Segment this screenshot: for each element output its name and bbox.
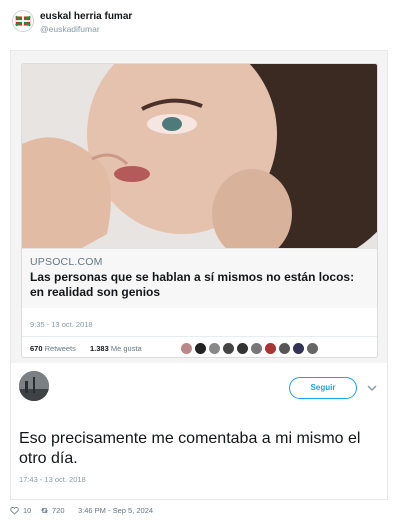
- follow-button[interactable]: Seguir: [289, 377, 357, 399]
- avatar[interactable]: [236, 342, 249, 355]
- ikurrina-flag-icon: [13, 11, 33, 31]
- avatar[interactable]: [222, 342, 235, 355]
- avatar[interactable]: [19, 371, 49, 401]
- retweet-count: 720: [52, 506, 65, 515]
- heart-icon[interactable]: [10, 506, 19, 515]
- likes-stat[interactable]: 1.383 Me gusta: [90, 344, 142, 353]
- likes-count: 1.383: [90, 344, 109, 353]
- likes-label: Me gusta: [110, 344, 142, 353]
- avatar[interactable]: [208, 342, 221, 355]
- embedded-screenshot: UPSOCL.COM Las personas que se hablan a …: [10, 50, 388, 500]
- like-count: 10: [23, 506, 32, 515]
- avatar[interactable]: [180, 342, 193, 355]
- retweet-icon[interactable]: [40, 506, 49, 515]
- tweet-footer: 10 720 3:46 PM - Sep 5, 2024: [10, 504, 390, 518]
- avatar[interactable]: [278, 342, 291, 355]
- retweets-count: 670: [30, 344, 43, 353]
- avatar[interactable]: [250, 342, 263, 355]
- link-domain: UPSOCL.COM: [30, 256, 103, 268]
- tweet-header: euskal herria fumar @euskadifumar: [10, 8, 390, 40]
- original-timestamp[interactable]: 9:35 - 13 oct. 2018: [30, 320, 93, 329]
- retweets-stat[interactable]: 670 Retweets: [30, 344, 76, 353]
- retweets-label: Retweets: [44, 344, 76, 353]
- reply-tweet: Seguir Eso precisamente me comentaba a m…: [11, 363, 387, 499]
- divider: [22, 336, 377, 337]
- link-card[interactable]: UPSOCL.COM Las personas que se hablan a …: [21, 63, 378, 358]
- display-name[interactable]: euskal herria fumar: [40, 11, 132, 22]
- tweet-stats: 670 Retweets 1.383 Me gusta: [30, 342, 375, 356]
- avatar[interactable]: [292, 342, 305, 355]
- reply-text: Eso precisamente me comentaba a mi mismo…: [19, 430, 361, 467]
- link-title[interactable]: Las personas que se hablan a sí mismos n…: [30, 270, 370, 300]
- avatar[interactable]: [306, 342, 319, 355]
- link-meta[interactable]: UPSOCL.COM Las personas que se hablan a …: [22, 248, 377, 308]
- reply-timestamp[interactable]: 17:43 - 13 oct. 2018: [19, 475, 86, 484]
- article-photo: [22, 64, 377, 248]
- avatar[interactable]: [12, 10, 34, 32]
- user-handle[interactable]: @euskadifumar: [40, 24, 100, 34]
- avatar[interactable]: [194, 342, 207, 355]
- chevron-down-icon[interactable]: [367, 383, 377, 393]
- avatar[interactable]: [264, 342, 277, 355]
- post-datetime[interactable]: 3:46 PM - Sep 5, 2024: [78, 506, 153, 515]
